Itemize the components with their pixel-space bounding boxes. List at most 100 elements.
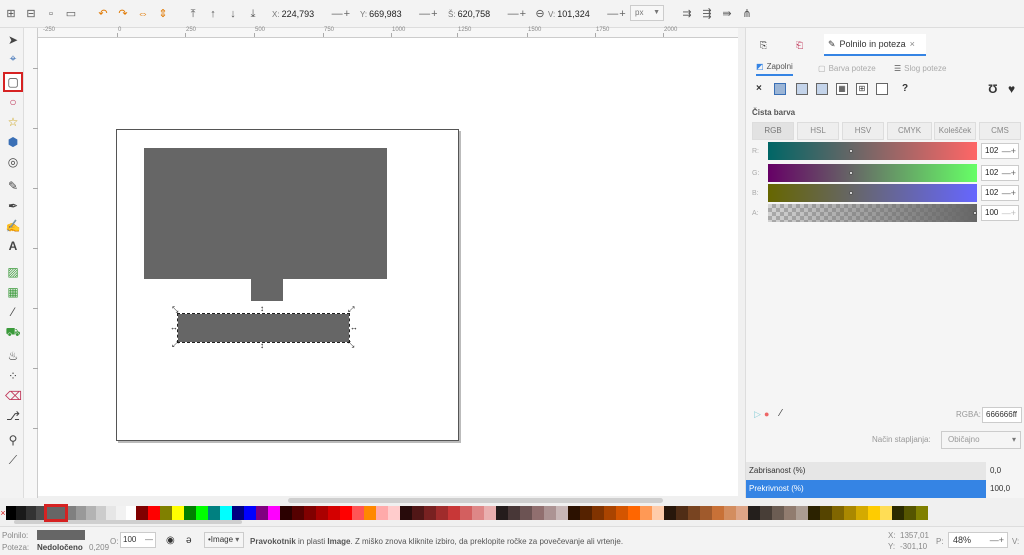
palette-swatch[interactable] xyxy=(116,506,126,520)
move-patterns-icon[interactable]: ⋔ xyxy=(740,7,754,21)
scale-corners-icon[interactable]: ⇶ xyxy=(700,7,714,21)
palette-swatch[interactable] xyxy=(304,506,316,520)
blend-mode-select[interactable]: Običajno ▾ xyxy=(941,431,1021,449)
scale-handle-s-icon[interactable]: ↕ xyxy=(260,342,264,350)
rotate-cw-icon[interactable]: ↷ xyxy=(116,7,130,21)
palette-swatch[interactable] xyxy=(328,506,340,520)
scale-handle-e-icon[interactable]: ↔ xyxy=(350,324,358,332)
palette-swatch[interactable] xyxy=(748,506,760,520)
palette-swatch[interactable] xyxy=(628,506,640,520)
palette-swatch[interactable] xyxy=(184,506,196,520)
red-slider-knob[interactable] xyxy=(849,149,853,153)
palette-swatch[interactable] xyxy=(36,506,46,520)
palette-swatch[interactable] xyxy=(856,506,868,520)
zoom-tool-icon[interactable]: ⚲ xyxy=(5,432,21,448)
palette-swatch[interactable] xyxy=(76,506,86,520)
palette-swatch[interactable] xyxy=(352,506,364,520)
green-input[interactable]: 102 —+ xyxy=(981,165,1019,181)
palette-swatch[interactable] xyxy=(652,506,664,520)
height-field[interactable]: V: 101,324 —+ xyxy=(548,5,627,23)
eraser-tool-icon[interactable]: ⌫ xyxy=(5,388,22,404)
unset-paint-button[interactable]: ? xyxy=(902,83,908,94)
y-value[interactable]: 669,983 xyxy=(369,9,417,19)
raise-icon[interactable]: ↑ xyxy=(206,7,220,21)
palette-swatch[interactable] xyxy=(724,506,736,520)
mode-tab-cmyk[interactable]: CMYK xyxy=(887,122,932,140)
flip-horizontal-icon[interactable]: ⇔ xyxy=(136,7,150,21)
opacity-value[interactable]: 100,0 xyxy=(990,480,1022,498)
palette-swatch[interactable] xyxy=(316,506,328,520)
rectangle-tool-icon[interactable]: ▢ xyxy=(3,72,23,92)
horizontal-scrollbar[interactable] xyxy=(288,498,663,503)
unit-select[interactable]: px ▼ xyxy=(630,5,664,21)
palette-swatch[interactable] xyxy=(268,506,280,520)
small-rectangle[interactable] xyxy=(251,279,283,301)
palette-swatch[interactable] xyxy=(484,506,496,520)
3d-box-tool-icon[interactable]: ⬢ xyxy=(5,134,21,150)
palette-swatch[interactable] xyxy=(700,506,712,520)
scale-handle-n-icon[interactable]: ↕ xyxy=(260,305,264,313)
scale-handle-se-icon[interactable]: ⤡ xyxy=(348,341,354,349)
palette-swatch[interactable] xyxy=(148,506,160,520)
green-slider[interactable] xyxy=(768,164,977,182)
paint-bucket-tool-icon[interactable]: ⛟ xyxy=(5,324,21,340)
flip-vertical-icon[interactable]: ⇕ xyxy=(156,7,170,21)
opacity-slider[interactable]: Prekrivnost (%) xyxy=(746,480,986,498)
green-stepper[interactable]: —+ xyxy=(1002,166,1016,180)
palette-swatch[interactable] xyxy=(544,506,556,520)
node-tool-icon[interactable]: ⌖ xyxy=(5,50,21,66)
palette-swatch[interactable] xyxy=(106,506,116,520)
move-gradients-icon[interactable]: ⇛ xyxy=(720,7,734,21)
large-rectangle[interactable] xyxy=(144,148,387,279)
red-stepper[interactable]: —+ xyxy=(1002,144,1016,158)
lower-icon[interactable]: ↓ xyxy=(226,7,240,21)
deselect-icon[interactable]: ▫ xyxy=(44,7,58,21)
width-value[interactable]: 620,758 xyxy=(458,9,506,19)
mode-tab-cms[interactable]: CMS xyxy=(979,122,1021,140)
ellipse-tool-icon[interactable]: ○ xyxy=(5,94,21,110)
palette-swatch[interactable] xyxy=(460,506,472,520)
alpha-input[interactable]: 100 —+ xyxy=(981,205,1019,221)
blur-value[interactable]: 0,0 xyxy=(990,462,1022,480)
close-icon[interactable]: × xyxy=(910,39,915,49)
palette-swatch[interactable] xyxy=(508,506,520,520)
palette-swatch[interactable] xyxy=(532,506,544,520)
raise-to-top-icon[interactable]: ⤒ xyxy=(186,7,200,21)
palette-swatch[interactable] xyxy=(232,506,244,520)
tab-fill-and-stroke[interactable]: ✎ Polnilo in poteza × xyxy=(824,34,926,56)
height-value[interactable]: 101,324 xyxy=(557,9,605,19)
swatch-button[interactable] xyxy=(876,83,888,95)
palette-swatch[interactable] xyxy=(712,506,724,520)
blur-slider[interactable]: Zabrisanost (%) xyxy=(746,462,986,480)
mode-tab-rgb[interactable]: RGB xyxy=(752,122,794,140)
palette-swatch[interactable] xyxy=(556,506,568,520)
width-field[interactable]: Š: 620,758 —+ xyxy=(448,5,527,23)
palette-swatch[interactable] xyxy=(376,506,388,520)
selected-rectangle[interactable] xyxy=(177,313,350,343)
palette-swatch[interactable] xyxy=(292,506,304,520)
lower-to-bottom-icon[interactable]: ⤓ xyxy=(246,7,260,21)
palette-swatch[interactable] xyxy=(616,506,628,520)
mode-tab-hsl[interactable]: HSL xyxy=(797,122,839,140)
palette-swatch[interactable] xyxy=(736,506,748,520)
palette-swatch[interactable] xyxy=(796,506,808,520)
flat-color-button[interactable] xyxy=(774,83,786,95)
document-page[interactable]: ⤡ ↕ ⤢ ↔ ↔ ⤢ ↕ ⤡ xyxy=(116,129,459,441)
palette-swatch[interactable] xyxy=(580,506,592,520)
mode-tab-wheel[interactable]: Kolešček xyxy=(934,122,976,140)
palette-swatch[interactable] xyxy=(196,506,208,520)
connector-tool-icon[interactable]: ⎇ xyxy=(5,408,21,424)
mode-tab-hsv[interactable]: HSV xyxy=(842,122,884,140)
y-field[interactable]: Y: 669,983 —+ xyxy=(360,5,439,23)
palette-swatch[interactable] xyxy=(880,506,892,520)
mesh-tool-icon[interactable]: ▦ xyxy=(5,284,21,300)
palette-swatch[interactable] xyxy=(640,506,652,520)
palette-swatch[interactable] xyxy=(604,506,616,520)
scale-handle-nw-icon[interactable]: ⤡ xyxy=(172,306,178,314)
palette-swatch[interactable] xyxy=(244,506,256,520)
zoom-stepper[interactable]: —+ xyxy=(990,533,1004,547)
measure-tool-icon[interactable]: ⟋ xyxy=(5,452,21,468)
palette-swatch[interactable] xyxy=(808,506,820,520)
alpha-slider-knob[interactable] xyxy=(973,211,977,215)
palette-swatch[interactable] xyxy=(340,506,352,520)
